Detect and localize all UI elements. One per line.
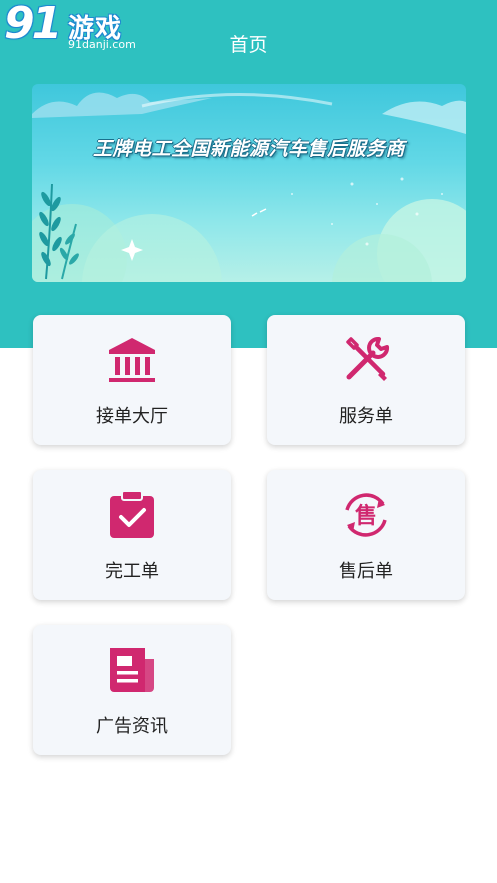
menu-card-label: 完工单 [105, 561, 159, 582]
bank-icon [109, 338, 155, 382]
menu-card-completed-order[interactable]: 完工单 [33, 470, 231, 600]
news-icon [110, 648, 154, 692]
page-title: 首页 [229, 34, 268, 56]
menu-card-service-order[interactable]: 服务单 [267, 315, 465, 445]
tools-icon [346, 336, 390, 381]
after-sale-icon: 售 [345, 493, 387, 537]
clipboard-check-icon [110, 490, 154, 538]
menu-card-after-sale-order[interactable]: 售 售后单 [267, 470, 465, 600]
after-sale-icon-char: 售 [355, 503, 377, 529]
promo-banner[interactable]: 王牌电工全国新能源汽车售后服务商 [32, 84, 466, 282]
menu-card-label: 接单大厅 [96, 406, 168, 427]
menu-card-label: 广告资讯 [96, 716, 168, 737]
menu-card-label: 服务单 [339, 406, 393, 427]
menu-card-label: 售后单 [339, 561, 393, 582]
menu-card-order-hall[interactable]: 接单大厅 [33, 315, 231, 445]
menu-card-news[interactable]: 广告资讯 [33, 625, 231, 755]
banner-illustration [32, 92, 466, 282]
banner-slogan: 王牌电工全国新能源汽车售后服务商 [92, 138, 405, 160]
